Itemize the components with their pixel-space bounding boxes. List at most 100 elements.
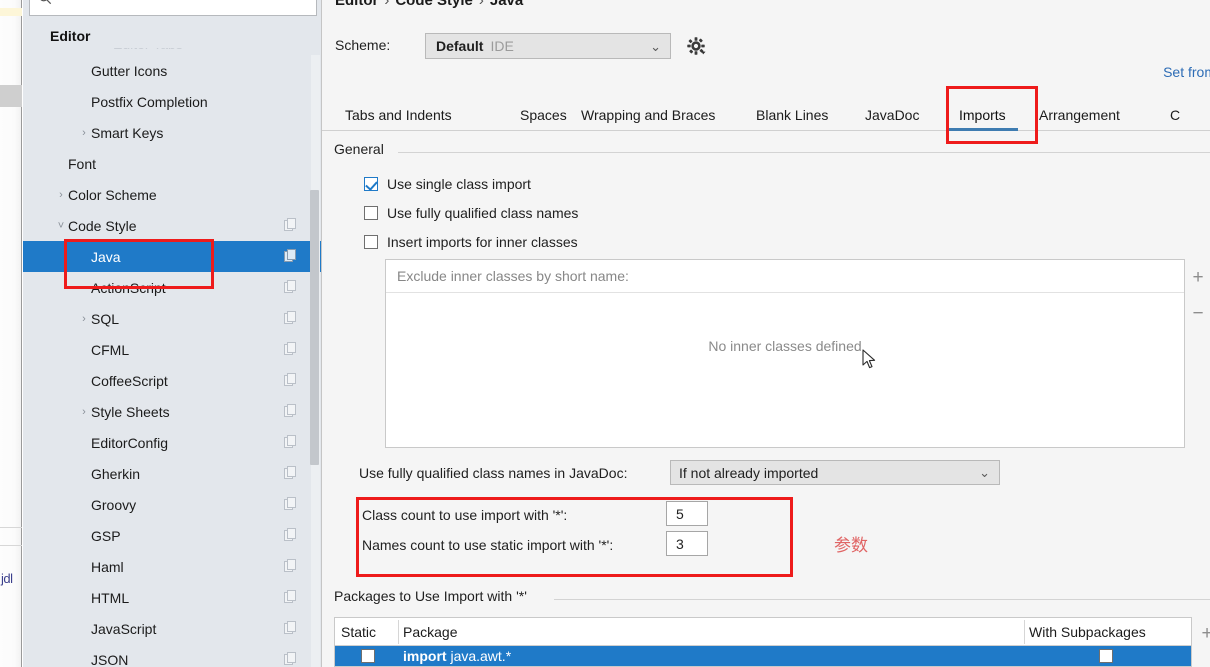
column-divider[interactable] [1024,620,1025,644]
checkbox-unchecked-icon[interactable] [364,206,378,220]
sidebar-item-actionscript[interactable]: ActionScript [23,272,321,303]
chevron-right-icon[interactable]: › [78,313,90,325]
sidebar-item-label: Font [68,155,97,172]
breadcrumb-item[interactable]: Code Style [395,0,473,9]
checkbox-row-use-fully-qualified-class-names[interactable]: Use fully qualified class names [364,205,578,221]
sidebar-item-groovy[interactable]: Groovy [23,489,321,520]
sidebar-item-gherkin[interactable]: Gherkin [23,458,321,489]
sidebar-item-java[interactable]: Java [23,241,321,272]
class-count-input[interactable]: 5 [666,501,708,526]
sidebar-scrollbar-thumb[interactable] [310,190,319,465]
tab-tabs-and-indents[interactable]: Tabs and Indents [335,98,462,131]
tab-c[interactable]: C [1160,98,1190,131]
scheme-value: Default [436,38,484,54]
general-group-rule [398,152,1210,153]
decorative-gray-bar [0,85,22,107]
search-box[interactable] [29,0,317,16]
add-exclusion-button[interactable]: + [1185,265,1210,291]
tab-spaces[interactable]: Spaces [510,98,577,131]
scheme-select[interactable]: Default IDE ⌄ [425,33,671,59]
copy-scheme-icon[interactable] [284,280,297,294]
column-header-static[interactable]: Static [341,618,397,645]
copy-scheme-icon[interactable] [284,497,297,511]
tab-wrapping-and-braces[interactable]: Wrapping and Braces [571,98,725,131]
chevron-right-icon[interactable]: › [78,127,90,139]
divider-line [0,545,22,546]
sidebar-item-cfml[interactable]: CFML [23,334,321,365]
sidebar-item-haml[interactable]: Haml [23,551,321,582]
sidebar-sticky-header: Editor [23,24,321,48]
chevron-right-icon[interactable]: › [78,406,90,418]
table-row[interactable]: import java.awt.* [335,646,1191,666]
breadcrumb-item[interactable]: Java [490,0,523,9]
copy-scheme-icon[interactable] [284,559,297,573]
chevron-down-icon: ⌄ [650,39,661,54]
copy-scheme-icon[interactable] [284,652,297,666]
tab-imports[interactable]: Imports [949,98,1016,131]
sidebar-item-html[interactable]: HTML [23,582,321,613]
column-header-package[interactable]: Package [403,618,1023,645]
set-from-link[interactable]: Set from [1163,64,1210,80]
column-header-with-subpackages[interactable]: With Subpackages [1029,618,1189,645]
chevron-right-icon[interactable]: › [55,189,67,201]
copy-scheme-icon[interactable] [284,466,297,480]
sidebar-item-color-scheme[interactable]: › Color Scheme [23,179,321,210]
tab-blank-lines[interactable]: Blank Lines [746,98,838,131]
sidebar-item-code-style[interactable]: ˅ Code Style [23,210,321,241]
add-package-button[interactable]: + [1194,621,1210,647]
copy-scheme-icon[interactable] [284,435,297,449]
copy-scheme-icon[interactable] [284,342,297,356]
sidebar-item-label: HTML [91,589,130,606]
remove-exclusion-button[interactable]: − [1185,301,1210,327]
copy-scheme-icon[interactable] [284,218,297,232]
copy-scheme-icon[interactable] [284,528,297,542]
search-input[interactable] [58,0,308,9]
divider-line [0,527,22,528]
tab-javadoc[interactable]: JavaDoc [855,98,929,131]
breadcrumb-item[interactable]: Editor [335,0,378,9]
copy-scheme-icon[interactable] [284,249,297,263]
sidebar-item-coffeescript[interactable]: CoffeeScript [23,365,321,396]
package-path: java.awt.* [446,648,512,664]
sidebar-item-gsp[interactable]: GSP [23,520,321,551]
tab-arrangement[interactable]: Arrangement [1029,98,1130,131]
sidebar-item-sql[interactable]: › SQL [23,303,321,334]
sidebar-tree[interactable]: Gutter Icons Postfix Completion › Smart Key… [23,55,321,667]
with-subpackages-checkbox[interactable] [1099,649,1113,663]
sidebar-item-javascript[interactable]: JavaScript [23,613,321,644]
sidebar-item-style-sheets[interactable]: › Style Sheets [23,396,321,427]
packages-table-body[interactable]: import java.awt.* [335,646,1191,666]
checkbox-checked-icon[interactable] [364,177,378,191]
sidebar-item-smart-keys[interactable]: › Smart Keys [23,117,321,148]
checkbox-unchecked-icon[interactable] [364,235,378,249]
checkbox-row-use-single-class-import[interactable]: Use single class import [364,176,531,192]
package-keyword: import [403,648,447,664]
gear-icon[interactable] [685,35,707,57]
sidebar-scrollbar-track[interactable] [310,55,320,667]
copy-scheme-icon[interactable] [284,373,297,387]
copy-scheme-icon[interactable] [284,621,297,635]
sidebar-item-postfix-completion[interactable]: Postfix Completion [23,86,321,117]
sidebar-item-gutter-icons[interactable]: Gutter Icons [23,55,321,86]
packages-table-header: Static Package With Subpackages [335,618,1191,646]
column-divider[interactable] [398,620,399,644]
general-group-label: General [334,141,391,157]
copy-scheme-icon[interactable] [284,404,297,418]
sidebar-item-label: Haml [91,558,124,575]
settings-tabs[interactable]: Tabs and Indents Spaces Wrapping and Brace… [322,98,1210,131]
sidebar-item-font[interactable]: Font [23,148,321,179]
static-checkbox[interactable] [361,649,375,663]
checkbox-label: Use fully qualified class names [387,205,579,221]
chevron-down-icon[interactable]: ˅ [55,220,67,232]
exclude-inner-classes-panel[interactable]: Exclude inner classes by short name: No … [385,259,1185,448]
checkbox-row-insert-imports-for-inner-classes[interactable]: Insert imports for inner classes [364,234,578,250]
sidebar-item-editorconfig[interactable]: EditorConfig [23,427,321,458]
settings-sidebar: Editor Tabs Editor Gutter IconsPostfix C… [23,0,321,667]
fqcn-javadoc-select[interactable]: If not already imported ⌄ [670,460,1000,485]
packages-table[interactable]: Static Package With Subpackages import jav… [334,617,1192,667]
sidebar-item-json[interactable]: JSON [23,644,321,667]
copy-scheme-icon[interactable] [284,311,297,325]
sidebar-item-label: JavaScript [91,620,157,637]
copy-scheme-icon[interactable] [284,590,297,604]
names-count-input[interactable]: 3 [666,531,708,556]
